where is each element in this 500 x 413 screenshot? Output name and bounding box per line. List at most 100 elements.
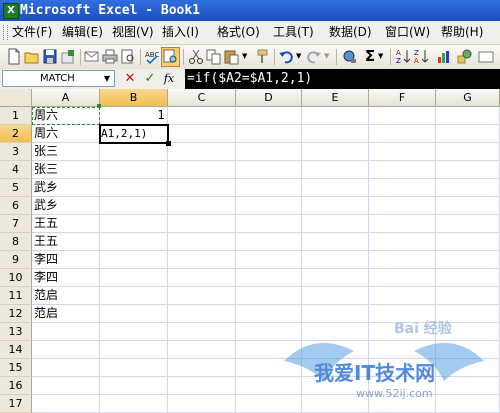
cell-c5[interactable] (168, 179, 236, 197)
cell-d6[interactable] (236, 197, 302, 215)
row-header[interactable]: 14 (0, 341, 32, 359)
column-header-a[interactable]: A (32, 89, 100, 107)
cell-a3[interactable]: 张三 (32, 143, 100, 161)
cell-c13[interactable] (168, 323, 236, 341)
cell-c8[interactable] (168, 233, 236, 251)
row-header[interactable]: 4 (0, 161, 32, 179)
cell-a6[interactable]: 武乡 (32, 197, 100, 215)
cell-b11[interactable] (100, 287, 168, 305)
row-header[interactable]: 7 (0, 215, 32, 233)
cell-f2[interactable] (369, 125, 436, 143)
enter-button[interactable]: ✓ (142, 71, 158, 87)
cell-e7[interactable] (302, 215, 369, 233)
cell-c3[interactable] (168, 143, 236, 161)
cell-d11[interactable] (236, 287, 302, 305)
cell-e3[interactable] (302, 143, 369, 161)
row-header[interactable]: 9 (0, 251, 32, 269)
hyperlink-icon[interactable] (342, 48, 358, 65)
cell-c2[interactable] (168, 125, 236, 143)
cell-g11[interactable] (436, 287, 500, 305)
cell-c16[interactable] (168, 377, 236, 395)
cell-f11[interactable] (369, 287, 436, 305)
cell-c15[interactable] (168, 359, 236, 377)
chevron-down-icon[interactable]: ▼ (242, 48, 250, 65)
cell-c7[interactable] (168, 215, 236, 233)
row-header[interactable]: 6 (0, 197, 32, 215)
menu-edit[interactable]: 编辑(E) (62, 25, 103, 40)
cell-b5[interactable] (100, 179, 168, 197)
permission-icon[interactable] (60, 48, 76, 65)
column-header-e[interactable]: E (302, 89, 369, 107)
autosum-icon[interactable]: Σ (362, 48, 378, 65)
cell-a12[interactable]: 范启 (32, 305, 100, 323)
cell-a7[interactable]: 王五 (32, 215, 100, 233)
format-painter-icon[interactable] (254, 48, 270, 65)
chart-wizard-icon[interactable] (436, 48, 452, 65)
cell-b1[interactable]: 1 (100, 107, 168, 125)
menu-view[interactable]: 视图(V) (112, 25, 154, 40)
undo-icon[interactable] (278, 48, 294, 65)
cell-c9[interactable] (168, 251, 236, 269)
cell-a9[interactable]: 李四 (32, 251, 100, 269)
row-header[interactable]: 3 (0, 143, 32, 161)
cell-b7[interactable] (100, 215, 168, 233)
cell-b15[interactable] (100, 359, 168, 377)
cell-c1[interactable] (168, 107, 236, 125)
redo-icon[interactable] (306, 48, 322, 65)
cell-f10[interactable] (369, 269, 436, 287)
cell-g8[interactable] (436, 233, 500, 251)
cell-e6[interactable] (302, 197, 369, 215)
cell-c10[interactable] (168, 269, 236, 287)
column-header-d[interactable]: D (236, 89, 302, 107)
cell-a14[interactable] (32, 341, 100, 359)
cell-g2[interactable] (436, 125, 500, 143)
drawing-icon[interactable] (456, 48, 472, 65)
cell-b17[interactable] (100, 395, 168, 413)
cell-a2[interactable]: 周六 (32, 125, 100, 143)
cell-a5[interactable]: 武乡 (32, 179, 100, 197)
cell-e4[interactable] (302, 161, 369, 179)
menu-tools[interactable]: 工具(T) (273, 25, 314, 40)
new-icon[interactable] (6, 48, 22, 65)
cell-f6[interactable] (369, 197, 436, 215)
email-icon[interactable] (84, 48, 100, 65)
cell-d10[interactable] (236, 269, 302, 287)
row-header[interactable]: 12 (0, 305, 32, 323)
chevron-down-icon[interactable]: ▼ (100, 71, 114, 86)
cell-g5[interactable] (436, 179, 500, 197)
cell-b9[interactable] (100, 251, 168, 269)
cell-a13[interactable] (32, 323, 100, 341)
cell-e5[interactable] (302, 179, 369, 197)
cell-b13[interactable] (100, 323, 168, 341)
cell-d7[interactable] (236, 215, 302, 233)
cell-a4[interactable]: 张三 (32, 161, 100, 179)
cell-d3[interactable] (236, 143, 302, 161)
row-header[interactable]: 1 (0, 107, 32, 125)
row-header[interactable]: 13 (0, 323, 32, 341)
column-header-g[interactable]: G (436, 89, 500, 107)
row-header[interactable]: 17 (0, 395, 32, 413)
cell-f1[interactable] (369, 107, 436, 125)
cell-g7[interactable] (436, 215, 500, 233)
insert-function-button[interactable]: fx (161, 71, 177, 87)
cell-c12[interactable] (168, 305, 236, 323)
cell-e2[interactable] (302, 125, 369, 143)
cell-c17[interactable] (168, 395, 236, 413)
column-header-b[interactable]: B (100, 89, 168, 107)
cell-b3[interactable] (100, 143, 168, 161)
print-preview-icon[interactable] (120, 48, 136, 65)
row-header[interactable]: 11 (0, 287, 32, 305)
row-header[interactable]: 2 (0, 125, 32, 143)
cell-a8[interactable]: 王五 (32, 233, 100, 251)
cell-a1[interactable]: 周六 (32, 107, 100, 125)
chevron-down-icon[interactable]: ▼ (378, 48, 386, 65)
cell-g3[interactable] (436, 143, 500, 161)
cell-f8[interactable] (369, 233, 436, 251)
chevron-down-icon[interactable]: ▼ (296, 48, 304, 65)
cell-d8[interactable] (236, 233, 302, 251)
select-all-corner[interactable] (0, 89, 32, 107)
cell-b2[interactable]: A1,2,1) (100, 125, 168, 143)
cell-c11[interactable] (168, 287, 236, 305)
row-header[interactable]: 5 (0, 179, 32, 197)
cell-a15[interactable] (32, 359, 100, 377)
